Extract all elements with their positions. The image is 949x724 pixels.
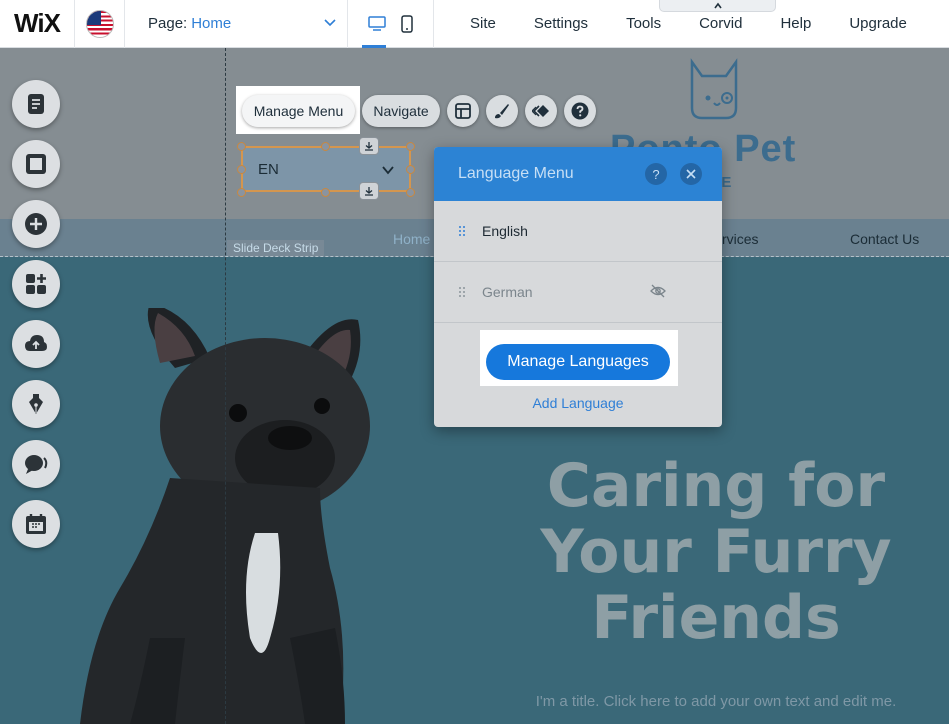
device-switcher — [348, 0, 434, 48]
page-selector[interactable]: Page: Home — [125, 0, 348, 48]
menu-help[interactable]: Help — [780, 15, 811, 32]
resize-handle[interactable] — [237, 142, 246, 151]
navigate-button[interactable]: Navigate — [362, 95, 440, 127]
wix-logo[interactable]: WiX — [0, 0, 75, 48]
language-menu-panel: Language Menu ? English German Manage La… — [434, 147, 722, 427]
pages-icon — [28, 94, 44, 114]
add-apps-icon — [26, 274, 46, 294]
chevron-down-icon — [382, 166, 394, 175]
calendar-icon — [26, 514, 46, 534]
design-button[interactable] — [486, 95, 518, 127]
left-toolbar — [12, 80, 60, 560]
page-label: Page: — [148, 15, 188, 32]
desktop-icon[interactable] — [368, 15, 386, 32]
eye-off-icon[interactable] — [650, 284, 666, 298]
pen-nib-icon — [29, 394, 43, 414]
help-icon — [571, 102, 589, 120]
manage-languages-button[interactable]: Manage Languages — [486, 344, 670, 380]
help-button[interactable] — [564, 95, 596, 127]
resize-handle[interactable] — [321, 142, 330, 151]
selected-language-code: EN — [258, 161, 279, 178]
gridline-guide — [225, 48, 226, 724]
chevron-down-icon — [324, 18, 336, 26]
panel-header[interactable]: Language Menu ? — [434, 147, 722, 201]
manage-menu-button[interactable]: Manage Menu — [242, 95, 355, 127]
page-value: Home — [191, 15, 232, 32]
resize-handle[interactable] — [237, 188, 246, 197]
pages-button[interactable] — [12, 80, 60, 128]
chat-button[interactable] — [12, 440, 60, 488]
stretch-handle-top[interactable] — [359, 137, 379, 155]
add-apps-button[interactable] — [12, 260, 60, 308]
arrow-down-icon — [365, 187, 373, 196]
language-name: English — [482, 223, 528, 239]
hero-title-line-2: Your Furry — [540, 517, 892, 587]
menu-upgrade[interactable]: Upgrade — [849, 15, 907, 32]
strip-label: Slide Deck Strip — [227, 240, 325, 256]
upload-icon — [25, 335, 47, 351]
chat-icon — [25, 455, 48, 474]
resize-handle[interactable] — [237, 165, 246, 174]
resize-handle[interactable] — [321, 188, 330, 197]
close-icon — [686, 169, 696, 179]
animation-button[interactable] — [525, 95, 557, 127]
panel-title: Language Menu — [458, 165, 574, 182]
background-button[interactable] — [12, 140, 60, 188]
arrow-down-icon — [365, 142, 373, 151]
active-device-indicator — [362, 44, 386, 48]
language-row-english[interactable]: English — [434, 201, 722, 262]
site-nav-contact[interactable]: Contact Us — [850, 231, 919, 247]
editor-top-bar: WiX Page: Home Site Settings Tools Corvi… — [0, 0, 949, 48]
drag-handle-icon[interactable] — [458, 286, 466, 298]
language-flag-button[interactable] — [75, 0, 125, 48]
drag-handle-icon[interactable] — [458, 225, 466, 237]
site-nav-services[interactable]: rvices — [722, 231, 759, 247]
hero-title-line-3: Friends — [591, 583, 841, 653]
menu-site[interactable]: Site — [470, 15, 496, 32]
language-row-german[interactable]: German — [434, 262, 722, 323]
menu-corvid[interactable]: Corvid — [699, 15, 742, 32]
layout-icon — [455, 103, 471, 119]
language-name: German — [482, 284, 533, 300]
bookings-button[interactable] — [12, 500, 60, 548]
collapse-topbar-tab[interactable] — [659, 0, 776, 12]
hero-title-line-1: Caring for — [546, 451, 886, 521]
cat-logo-icon — [690, 58, 738, 120]
chevron-up-icon — [713, 2, 722, 9]
menu-settings[interactable]: Settings — [534, 15, 588, 32]
animation-icon — [532, 105, 549, 117]
editor-canvas: Ponto Pet STORE Home rvices Contact Us S… — [0, 48, 949, 724]
add-language-link[interactable]: Add Language — [434, 395, 722, 411]
upload-button[interactable] — [12, 320, 60, 368]
resize-handle[interactable] — [406, 188, 415, 197]
site-nav-home[interactable]: Home — [393, 231, 430, 247]
menu-tools[interactable]: Tools — [626, 15, 661, 32]
layout-button[interactable] — [447, 95, 479, 127]
hero-subtitle[interactable]: I'm a title. Click here to add your own … — [510, 693, 922, 710]
language-selector-element[interactable]: EN — [241, 146, 411, 192]
hero-title[interactable]: Caring for Your Furry Friends — [510, 453, 922, 651]
add-icon — [25, 213, 47, 235]
blog-button[interactable] — [12, 380, 60, 428]
stretch-handle-bottom[interactable] — [359, 182, 379, 200]
resize-handle[interactable] — [406, 142, 415, 151]
paintbrush-icon — [495, 104, 509, 119]
us-flag-icon — [85, 9, 114, 38]
add-button[interactable] — [12, 200, 60, 248]
background-icon — [26, 154, 46, 174]
mobile-icon[interactable] — [401, 14, 413, 33]
resize-handle[interactable] — [406, 165, 415, 174]
panel-close-button[interactable] — [680, 163, 702, 185]
panel-help-button[interactable]: ? — [645, 163, 667, 185]
